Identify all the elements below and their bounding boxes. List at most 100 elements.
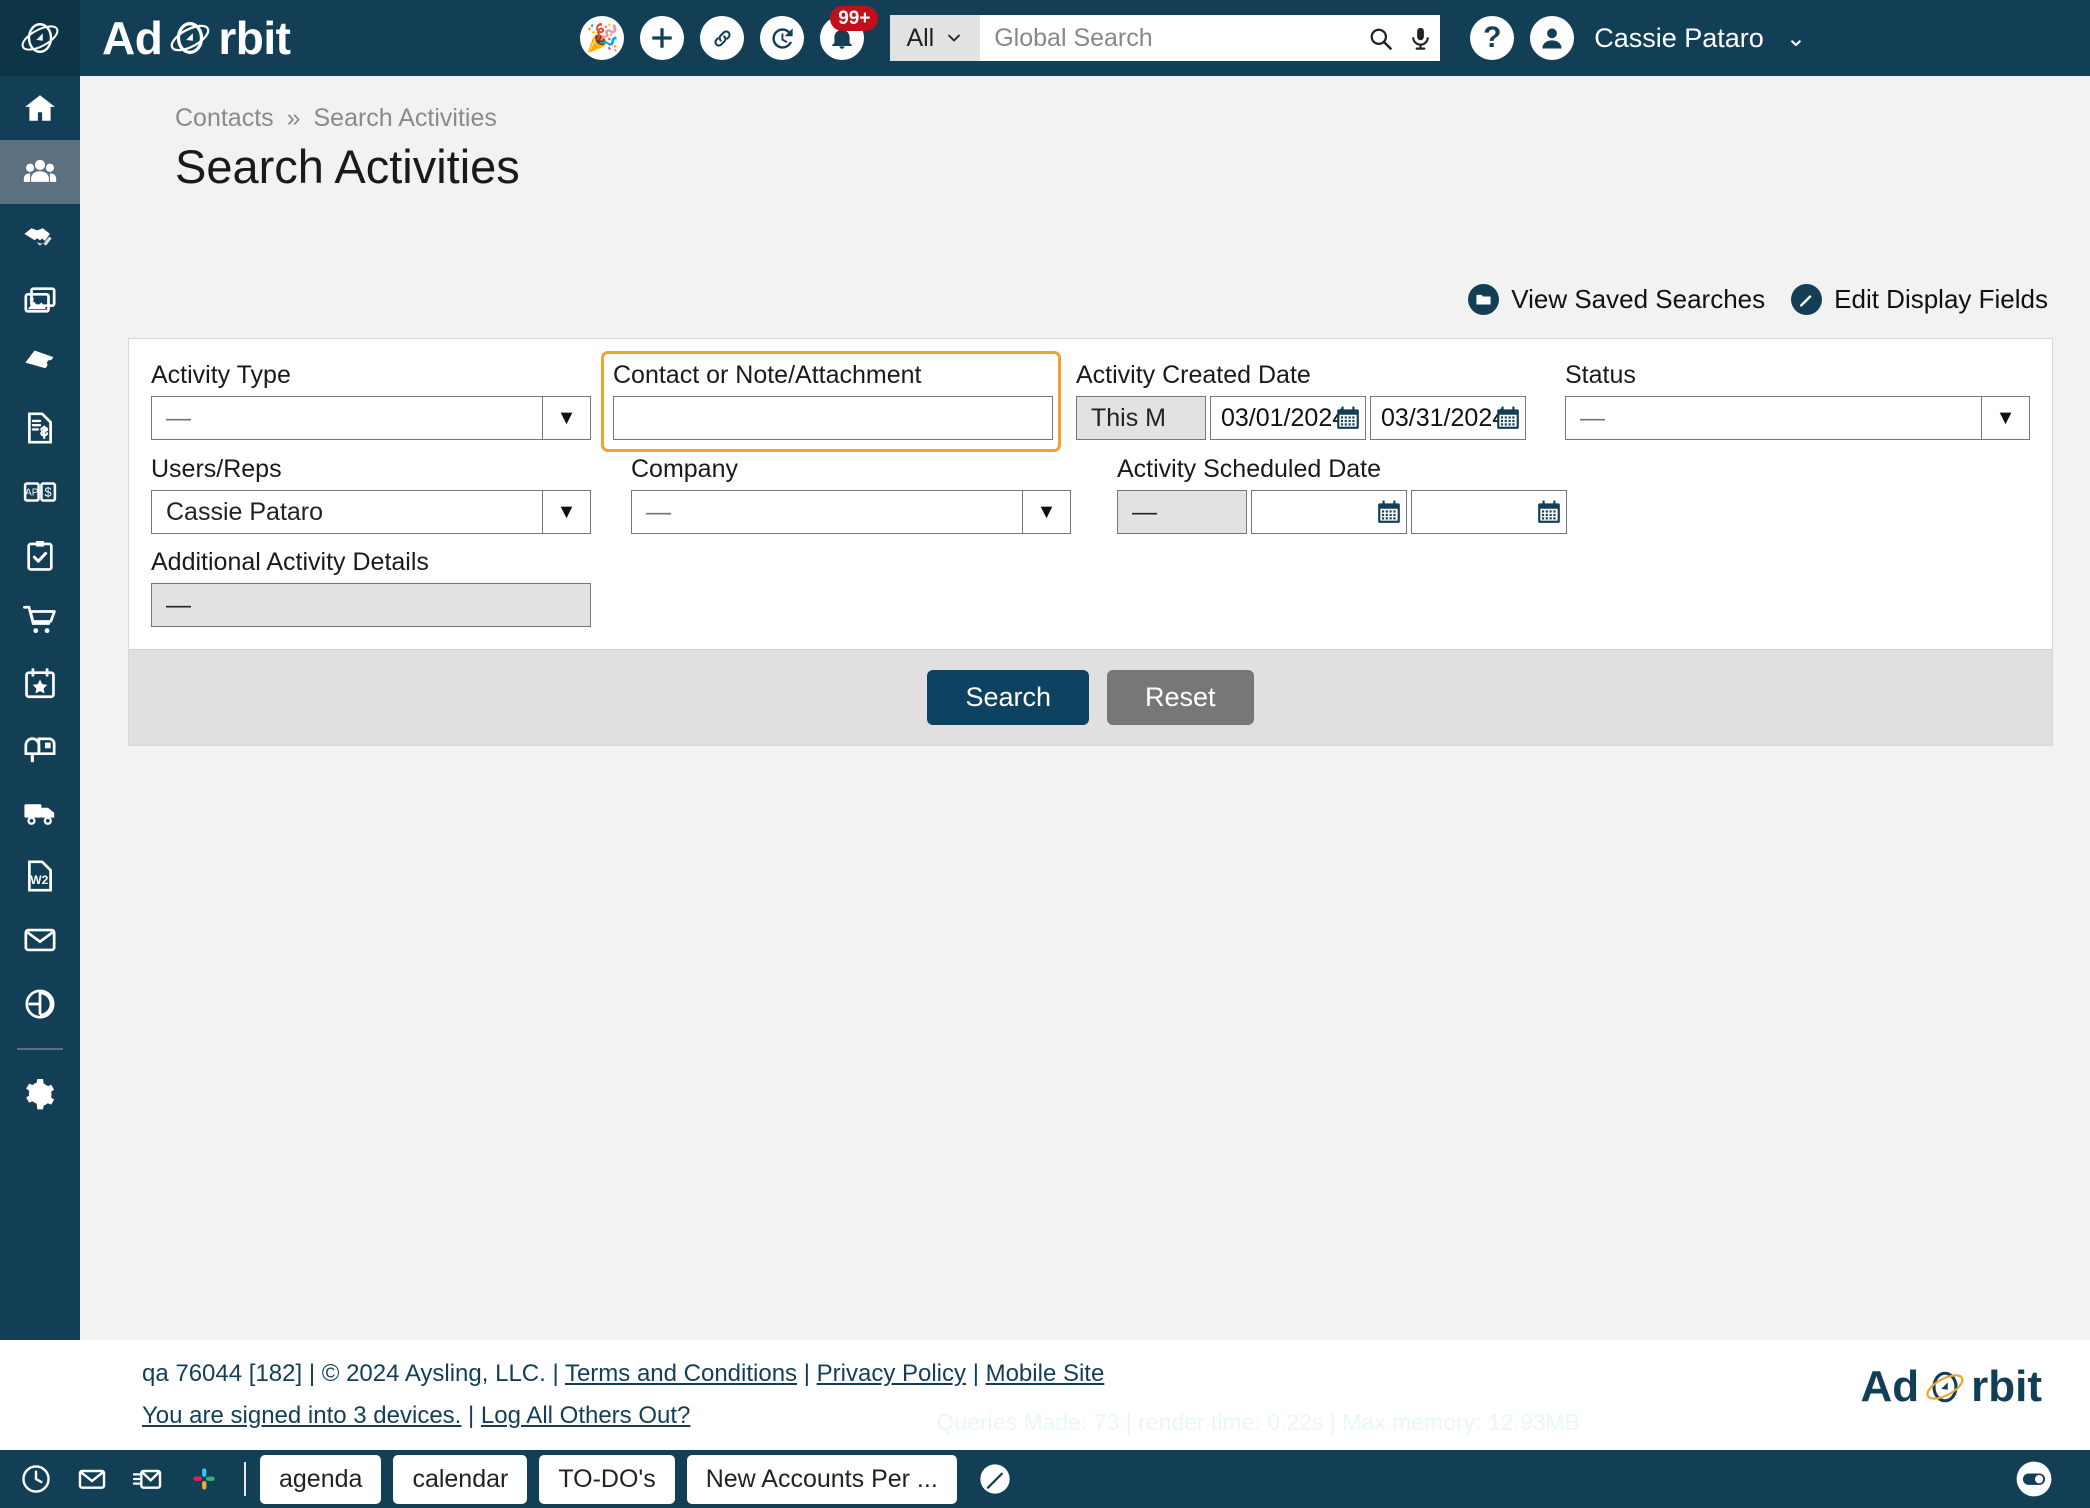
sidebar-item-shipping[interactable] xyxy=(0,780,80,844)
status-label: Status xyxy=(1565,361,1636,389)
contact-or-note-input[interactable] xyxy=(613,396,1053,440)
dropdown-caret-icon: ▼ xyxy=(542,397,590,439)
chevron-down-icon xyxy=(948,34,961,42)
sidebar-item-mailbox[interactable] xyxy=(0,716,80,780)
footer-brand-rbit: rbit xyxy=(1971,1362,2042,1411)
activity-type-select[interactable]: — ▼ xyxy=(151,396,591,440)
taskbar-tab-agenda[interactable]: agenda xyxy=(260,1454,382,1504)
breadcrumb-parent[interactable]: Contacts xyxy=(175,104,274,132)
link-icon[interactable] xyxy=(700,16,745,60)
sidebar-item-media[interactable] xyxy=(0,268,80,332)
search-form-actions: Search Reset xyxy=(129,649,2052,745)
mobile-site-link[interactable]: Mobile Site xyxy=(986,1360,1105,1387)
calendar-icon[interactable] xyxy=(1335,405,1361,431)
truck-icon xyxy=(24,804,55,825)
envelope-icon xyxy=(24,928,56,952)
form-row-2: Users/Reps Cassie Pataro ▼ Company — ▼ A… xyxy=(151,455,2030,534)
svg-text:AP: AP xyxy=(25,488,39,499)
mailbox-icon xyxy=(24,737,56,763)
sidebar-item-email[interactable] xyxy=(0,908,80,972)
taskbar-toggle-icon[interactable] xyxy=(2014,1459,2054,1499)
taskbar-clock-icon[interactable] xyxy=(16,1459,56,1499)
created-date-preset-select[interactable]: This Month xyxy=(1076,396,1206,440)
signed-in-devices-link[interactable]: You are signed into 3 devices. xyxy=(142,1402,461,1429)
activity-scheduled-date-label: Activity Scheduled Date xyxy=(1117,455,1382,483)
sidebar-item-orders[interactable] xyxy=(0,588,80,652)
party-popper-icon[interactable]: 🎉 xyxy=(580,16,625,60)
search-scope-select[interactable]: All xyxy=(890,15,981,61)
avatar[interactable] xyxy=(1530,16,1575,60)
sidebar-item-invoices[interactable] xyxy=(0,396,80,460)
sidebar-item-deals[interactable] xyxy=(0,204,80,268)
privacy-link[interactable]: Privacy Policy xyxy=(817,1360,966,1387)
voice-search-icon[interactable] xyxy=(1400,15,1440,61)
sidebar-item-settings[interactable] xyxy=(0,1062,80,1126)
created-date-to[interactable] xyxy=(1370,396,1526,440)
edit-display-fields-link[interactable]: Edit Display Fields xyxy=(1791,284,2048,315)
calendar-icon[interactable] xyxy=(1376,499,1402,525)
log-all-others-out-link[interactable]: Log All Others Out? xyxy=(481,1402,690,1429)
form-row-1: Activity Type — ▼ Contact or Note/Attach… xyxy=(151,351,2030,452)
user-icon xyxy=(1542,28,1562,49)
sidebar-item-reports[interactable] xyxy=(0,972,80,1036)
scheduled-date-from[interactable] xyxy=(1251,490,1407,534)
sidebar-item-tickets[interactable] xyxy=(0,332,80,396)
calendar-icon[interactable] xyxy=(1536,499,1562,525)
taskbar-tab-new-accounts[interactable]: New Accounts Per ... xyxy=(686,1454,957,1504)
calendar-icon[interactable] xyxy=(1495,405,1521,431)
add-new-icon[interactable] xyxy=(640,16,685,60)
microphone-icon xyxy=(1411,27,1429,50)
taskbar-email-list-icon[interactable] xyxy=(128,1459,168,1499)
search-scope-value: All xyxy=(906,23,935,52)
application-window: Ad rbit 🎉 99+ All Global Search ? Cassie… xyxy=(0,0,2090,1508)
scheduled-date-to[interactable] xyxy=(1411,490,1567,534)
magnifier-icon xyxy=(1370,28,1392,50)
toggle-switch-icon xyxy=(2016,1461,2052,1497)
scheduled-date-preset-wrap: — xyxy=(1117,490,1247,534)
additional-activity-details-select[interactable]: — xyxy=(151,583,591,627)
slack-icon xyxy=(193,1468,215,1490)
gear-icon xyxy=(26,1078,55,1110)
company-select[interactable]: — ▼ xyxy=(631,490,1071,534)
taskbar-tab-calendar[interactable]: calendar xyxy=(393,1454,528,1504)
search-icon[interactable] xyxy=(1360,15,1400,61)
sidebar-item-events[interactable] xyxy=(0,652,80,716)
sidebar-item-tasks[interactable] xyxy=(0,524,80,588)
search-button[interactable]: Search xyxy=(927,670,1089,725)
page-title: Search Activities xyxy=(175,140,520,193)
search-form-body: Activity Type — ▼ Contact or Note/Attach… xyxy=(129,339,2052,649)
taskbar-edit-icon[interactable] xyxy=(975,1459,1015,1499)
sidebar-item-w2-forms[interactable]: W2 xyxy=(0,844,80,908)
users-reps-select[interactable]: Cassie Pataro ▼ xyxy=(151,490,591,534)
scheduled-date-preset-select[interactable]: — xyxy=(1117,490,1247,534)
chain-link-icon xyxy=(714,29,731,47)
history-icon[interactable] xyxy=(760,16,805,60)
status-select[interactable]: — ▼ xyxy=(1565,396,2030,440)
reset-button[interactable]: Reset xyxy=(1107,670,1254,725)
field-users-reps: Users/Reps Cassie Pataro ▼ xyxy=(151,455,631,534)
folder-glyph xyxy=(1476,294,1491,305)
orbit-logo-icon xyxy=(21,23,59,53)
view-saved-searches-link[interactable]: View Saved Searches xyxy=(1468,284,1765,315)
footer-orbit-o-icon xyxy=(1926,1371,1964,1403)
left-sidebar: AP $ W2 xyxy=(0,76,80,1340)
terms-link[interactable]: Terms and Conditions xyxy=(565,1360,797,1387)
logo-mark[interactable] xyxy=(0,0,80,76)
pie-chart-icon xyxy=(25,989,55,1019)
search-form-panel: Activity Type — ▼ Contact or Note/Attach… xyxy=(128,338,2053,746)
notifications-bell-icon[interactable]: 99+ xyxy=(820,6,879,60)
taskbar-tab-todos[interactable]: TO-DO's xyxy=(539,1454,675,1504)
taskbar-slack-icon[interactable] xyxy=(184,1459,224,1499)
bottom-taskbar: agenda calendar TO-DO's New Accounts Per… xyxy=(0,1450,2090,1508)
sidebar-item-contacts[interactable] xyxy=(0,140,80,204)
search-input[interactable] xyxy=(980,15,1361,61)
breadcrumb: Contacts » Search Activities xyxy=(175,104,2090,133)
sidebar-item-home[interactable] xyxy=(0,76,80,140)
user-menu-chevron-icon[interactable]: ⌄ xyxy=(1786,24,1806,53)
company-label: Company xyxy=(631,455,738,483)
taskbar-mail-icon[interactable] xyxy=(72,1459,112,1499)
clock-icon xyxy=(22,1465,50,1493)
help-icon[interactable]: ? xyxy=(1470,16,1515,60)
sidebar-item-accounts-payable[interactable]: AP $ xyxy=(0,460,80,524)
created-date-from[interactable] xyxy=(1210,396,1366,440)
